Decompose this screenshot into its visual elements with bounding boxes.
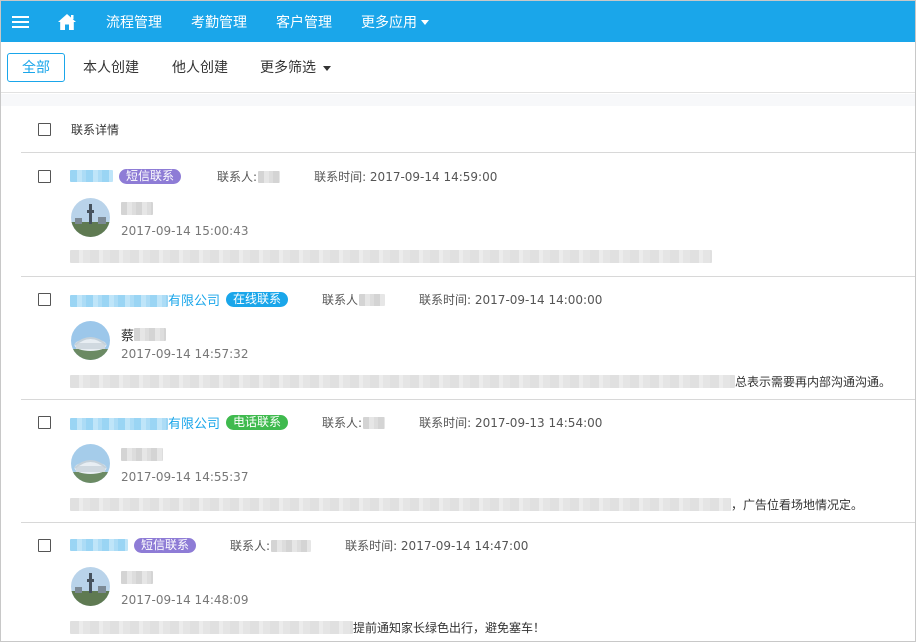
company-link[interactable]: 有限公司 bbox=[70, 290, 220, 309]
contact-type-badge: 电话联系 bbox=[226, 414, 289, 430]
nav-item-process[interactable]: 流程管理 bbox=[106, 12, 162, 32]
filter-others-button[interactable]: 他人创建 bbox=[172, 57, 228, 77]
list-item: 短信联系 联系人: 联系时间: 2017-09-14 14:47:00 2017… bbox=[21, 523, 915, 642]
user-name bbox=[121, 448, 163, 461]
contact-content: 提前通知家长绿色出行，避免塞车！ bbox=[70, 619, 545, 636]
post-time: 2017-09-14 14:57:32 bbox=[121, 347, 249, 361]
row-checkbox[interactable] bbox=[38, 170, 51, 183]
menu-icon[interactable] bbox=[12, 15, 29, 29]
contact-time: 联系时间: 2017-09-14 14:00:00 bbox=[419, 292, 603, 307]
list-item: 有限公司 在线联系 联系人 联系时间: 2017-09-14 14:00:00 … bbox=[21, 277, 915, 400]
home-icon[interactable] bbox=[57, 13, 77, 31]
top-nav-bar: 流程管理 考勤管理 客户管理 更多应用 bbox=[1, 1, 915, 42]
user-name bbox=[121, 202, 153, 215]
row-checkbox[interactable] bbox=[38, 539, 51, 552]
filter-all-button[interactable]: 全部 bbox=[7, 52, 65, 82]
list-header: 联系详情 bbox=[21, 106, 915, 153]
nav-item-more-apps[interactable]: 更多应用 bbox=[361, 12, 429, 32]
contact-type-badge: 短信联系 bbox=[134, 537, 197, 553]
contact-type-badge: 短信联系 bbox=[119, 168, 182, 184]
divider bbox=[1, 94, 915, 106]
contact-time: 联系时间: 2017-09-14 14:47:00 bbox=[345, 538, 529, 553]
filter-mine-button[interactable]: 本人创建 bbox=[83, 57, 139, 77]
avatar bbox=[71, 444, 110, 483]
contact-time: 联系时间: 2017-09-13 14:54:00 bbox=[419, 415, 603, 430]
contact-person: 联系人: bbox=[217, 168, 281, 185]
caret-down-icon bbox=[421, 20, 429, 25]
user-name bbox=[121, 571, 153, 584]
post-time: 2017-09-14 14:55:37 bbox=[121, 470, 249, 484]
contact-person: 联系人 bbox=[322, 291, 386, 308]
contact-content: 总表示需要再内部沟通沟通。 bbox=[70, 373, 891, 390]
nav-item-customer[interactable]: 客户管理 bbox=[276, 12, 332, 32]
filter-more-button[interactable]: 更多筛选 bbox=[260, 57, 331, 77]
select-all-checkbox[interactable] bbox=[38, 122, 51, 136]
list-item: 有限公司 电话联系 联系人: 联系时间: 2017-09-13 14:54:00… bbox=[21, 400, 915, 523]
avatar bbox=[71, 198, 110, 237]
contact-content: ，广告位看场地情况定。 bbox=[70, 496, 863, 513]
caret-down-icon bbox=[323, 65, 331, 71]
contact-type-badge: 在线联系 bbox=[226, 291, 289, 307]
contact-time: 联系时间: 2017-09-14 14:59:00 bbox=[314, 169, 498, 184]
avatar bbox=[71, 567, 110, 606]
list-item: 短信联系 联系人: 联系时间: 2017-09-14 14:59:00 2017… bbox=[21, 154, 915, 277]
list-header-label: 联系详情 bbox=[71, 122, 120, 137]
user-name: 蔡 bbox=[121, 325, 167, 344]
nav-item-attendance[interactable]: 考勤管理 bbox=[191, 12, 247, 32]
company-link[interactable]: 有限公司 bbox=[70, 413, 220, 432]
company-link[interactable] bbox=[70, 538, 128, 553]
contact-person: 联系人: bbox=[322, 414, 386, 431]
row-checkbox[interactable] bbox=[38, 416, 51, 429]
post-time: 2017-09-14 15:00:43 bbox=[121, 224, 249, 238]
contact-person: 联系人: bbox=[230, 537, 312, 554]
row-checkbox[interactable] bbox=[38, 293, 51, 306]
post-time: 2017-09-14 14:48:09 bbox=[121, 593, 249, 607]
filter-bar: 全部 本人创建 他人创建 更多筛选 bbox=[1, 42, 915, 93]
avatar bbox=[71, 321, 110, 360]
contact-content bbox=[70, 250, 712, 263]
company-link[interactable] bbox=[70, 169, 113, 184]
